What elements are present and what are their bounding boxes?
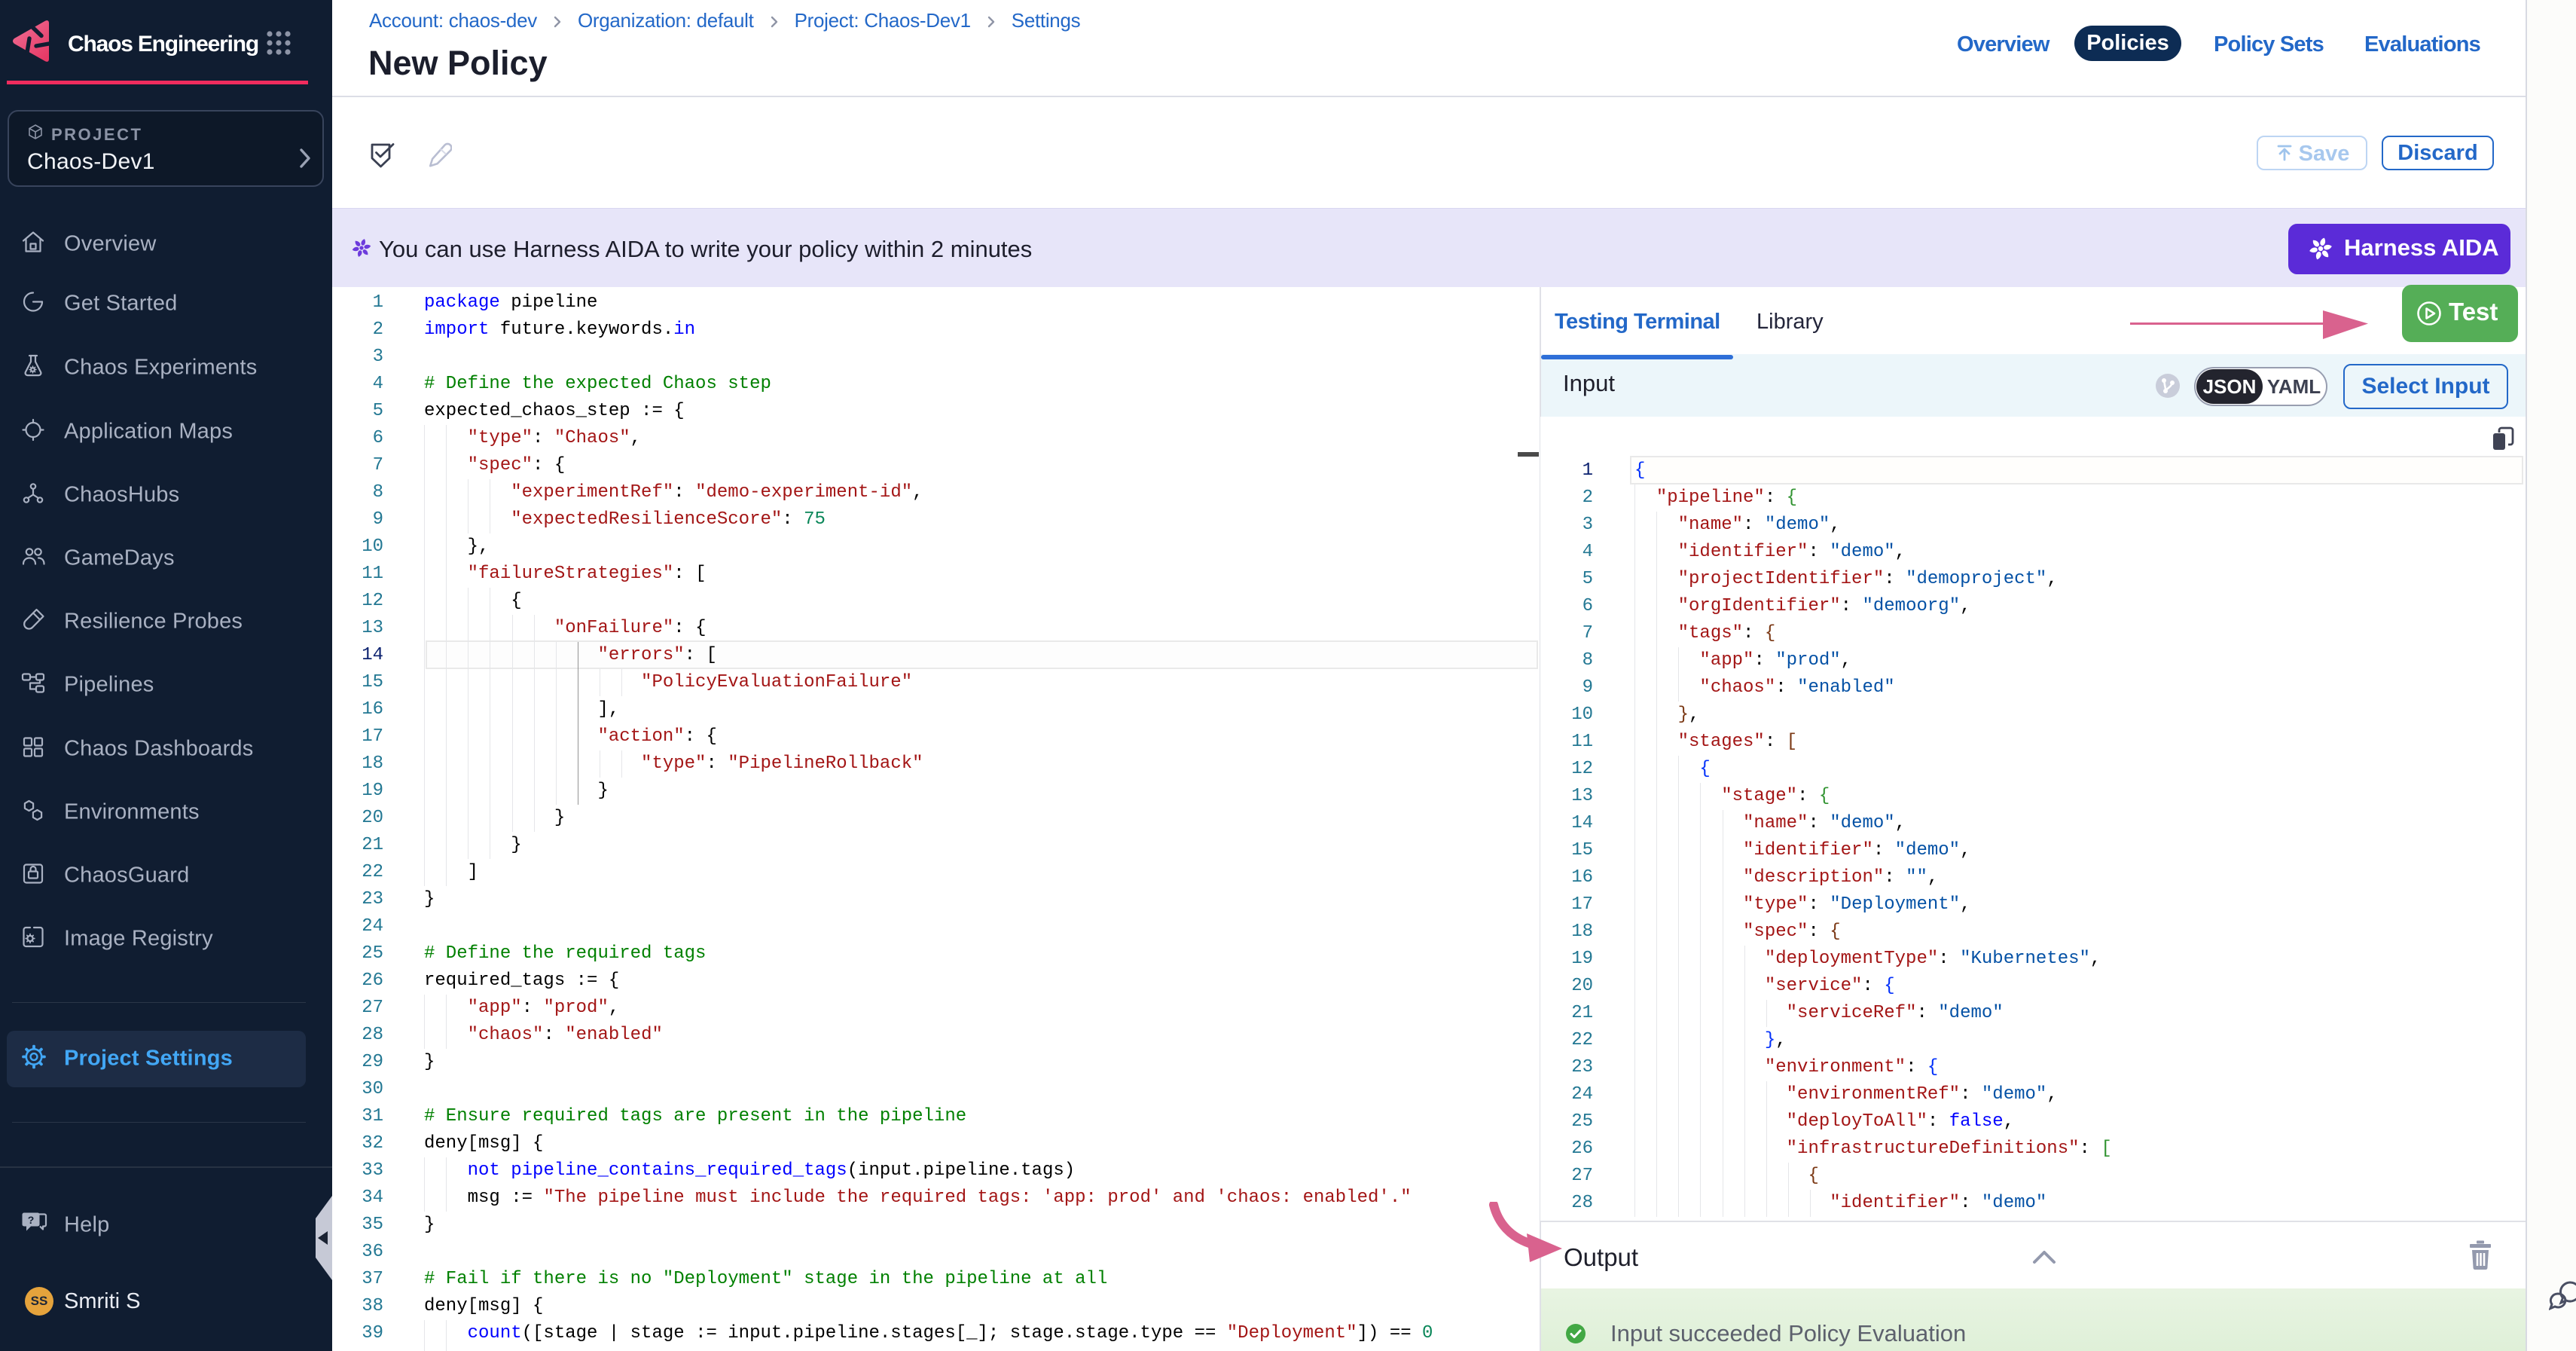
svg-text:?: ? xyxy=(28,1214,35,1226)
